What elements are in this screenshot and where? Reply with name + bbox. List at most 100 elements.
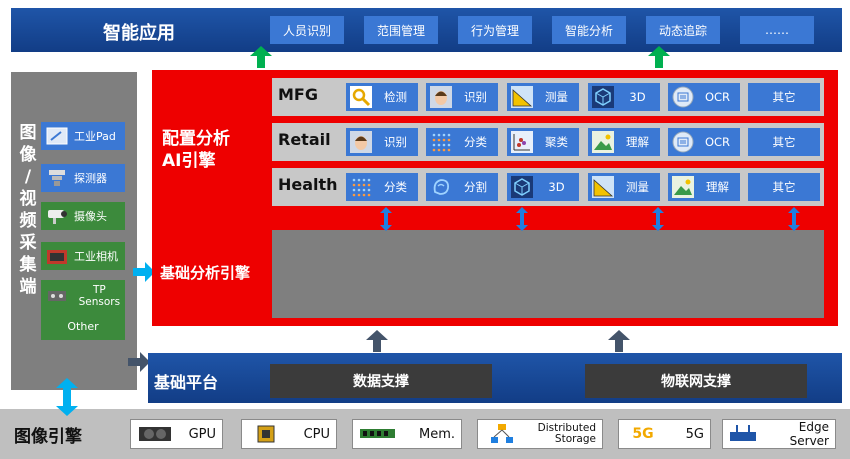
- chip-label: 分割: [464, 180, 487, 194]
- double-arrow-icon: [380, 207, 392, 231]
- sensor-icon: [44, 285, 70, 307]
- chip-label: 分类: [384, 180, 407, 194]
- basic-engine-title: 基础分析引擎: [160, 264, 251, 282]
- platform-title: 基础平台: [154, 373, 219, 392]
- source-other: Other: [41, 312, 125, 340]
- config-chip-retail-0[interactable]: 识别: [346, 128, 418, 156]
- config-chip-mfg-0[interactable]: 检测: [346, 83, 418, 111]
- tablet-icon: [44, 125, 70, 147]
- image-icon: [671, 175, 695, 199]
- config-chip-mfg-5[interactable]: 其它: [748, 83, 820, 111]
- chip-label: 其它: [772, 135, 796, 149]
- storage-icon: [484, 422, 520, 446]
- config-chip-retail-1[interactable]: 分类: [426, 128, 498, 156]
- chip-label: OCR: [704, 90, 731, 104]
- ocr-icon: [671, 85, 695, 109]
- segment-icon: [429, 175, 453, 199]
- config-chip-retail-4[interactable]: OCR: [668, 128, 740, 156]
- green-arrow-up-icon: [648, 46, 670, 68]
- ruler-icon: [591, 175, 615, 199]
- config-engine-title: 配置分析 AI引擎: [162, 129, 230, 171]
- config-chip-retail-2[interactable]: 聚类: [507, 128, 579, 156]
- server-icon: [729, 422, 757, 446]
- chip-label: 分类: [464, 135, 487, 149]
- row-title-retail: Retail: [278, 130, 331, 149]
- hardware-storage: Distributed Storage: [477, 419, 603, 449]
- chip-label: 识别: [464, 90, 487, 104]
- source-camera: 摄像头: [41, 202, 125, 230]
- face-icon: [349, 130, 373, 154]
- config-chip-mfg-3[interactable]: 3D: [588, 83, 660, 111]
- app-button-tracking[interactable]: 动态追踪: [646, 16, 720, 44]
- double-arrow-icon: [516, 207, 528, 231]
- face-icon: [429, 85, 453, 109]
- iot-support-button[interactable]: 物联网支撑: [585, 364, 807, 398]
- chip-label: 理解: [626, 135, 649, 149]
- gpu-icon: [137, 422, 173, 446]
- hardware-cpu: CPU: [241, 419, 337, 449]
- memory-icon: [359, 422, 395, 446]
- chip-label: 3D: [548, 180, 565, 194]
- dark-arrow-up-icon: [366, 330, 388, 352]
- chip-label: 检测: [384, 90, 407, 104]
- config-chip-health-3[interactable]: 测量: [588, 173, 660, 201]
- hardware-5g: 5G 5G: [618, 419, 711, 449]
- basic-engine-box: [272, 230, 824, 318]
- chip-label: 3D: [629, 90, 646, 104]
- config-chip-health-0[interactable]: 分类: [346, 173, 418, 201]
- app-button-range[interactable]: 范围管理: [364, 16, 438, 44]
- app-button-analysis[interactable]: 智能分析: [552, 16, 626, 44]
- image-engine-title: 图像引擎: [14, 427, 82, 447]
- hardware-gpu: GPU: [130, 419, 223, 449]
- chip-label: 识别: [384, 135, 407, 149]
- cube-icon: [591, 85, 615, 109]
- image-icon: [591, 130, 615, 154]
- hardware-edge-server: Edge Server: [722, 419, 836, 449]
- config-chip-mfg-4[interactable]: OCR: [668, 83, 740, 111]
- chip-label: 其它: [772, 90, 796, 104]
- camera-icon: [44, 205, 70, 227]
- cpu-icon: [248, 422, 284, 446]
- config-chip-health-4[interactable]: 理解: [668, 173, 740, 201]
- chip-label: 测量: [545, 90, 568, 104]
- app-button-behavior[interactable]: 行为管理: [458, 16, 532, 44]
- double-arrow-icon: [788, 207, 800, 231]
- config-chip-mfg-2[interactable]: 测量: [507, 83, 579, 111]
- cube-icon: [510, 175, 534, 199]
- config-chip-retail-3[interactable]: 理解: [588, 128, 660, 156]
- capture-title: 图像 / 视频采 集端: [19, 123, 37, 297]
- dark-arrow-right-icon: [128, 352, 150, 372]
- ruler-icon: [510, 85, 534, 109]
- app-button-more[interactable]: ……: [740, 16, 814, 44]
- detector-icon: [44, 167, 70, 189]
- app-button-person[interactable]: 人员识别: [270, 16, 344, 44]
- config-chip-health-5[interactable]: 其它: [748, 173, 820, 201]
- row-title-health: Health: [278, 175, 338, 194]
- source-pad: 工业Pad: [41, 122, 125, 150]
- ocr-icon: [671, 130, 695, 154]
- source-sensors: TP Sensors: [41, 280, 125, 312]
- hardware-memory: Mem.: [352, 419, 462, 449]
- chip-label: OCR: [704, 135, 731, 149]
- chip-label: 其它: [772, 180, 796, 194]
- dots-icon: [349, 175, 373, 199]
- source-detector: 探测器: [41, 164, 125, 192]
- dots-icon: [429, 130, 453, 154]
- config-chip-health-1[interactable]: 分割: [426, 173, 498, 201]
- magnifier-icon: [349, 85, 373, 109]
- source-industrial-camera: 工业相机: [41, 242, 125, 270]
- dark-arrow-up-icon: [608, 330, 630, 352]
- industrial-camera-icon: [44, 245, 70, 267]
- app-title: 智能应用: [103, 23, 175, 44]
- 5g-icon: 5G: [632, 426, 654, 442]
- cyan-double-arrow-icon: [56, 378, 78, 416]
- green-arrow-up-icon: [250, 46, 272, 68]
- data-support-button[interactable]: 数据支撑: [270, 364, 492, 398]
- row-title-mfg: MFG: [278, 85, 318, 104]
- config-chip-retail-5[interactable]: 其它: [748, 128, 820, 156]
- config-chip-mfg-1[interactable]: 识别: [426, 83, 498, 111]
- double-arrow-icon: [652, 207, 664, 231]
- capture-panel: 图像 / 视频采 集端 工业Pad 探测器 摄像头 工业相机 TP Sensors…: [11, 72, 137, 390]
- config-chip-health-2[interactable]: 3D: [507, 173, 579, 201]
- cluster-icon: [510, 130, 534, 154]
